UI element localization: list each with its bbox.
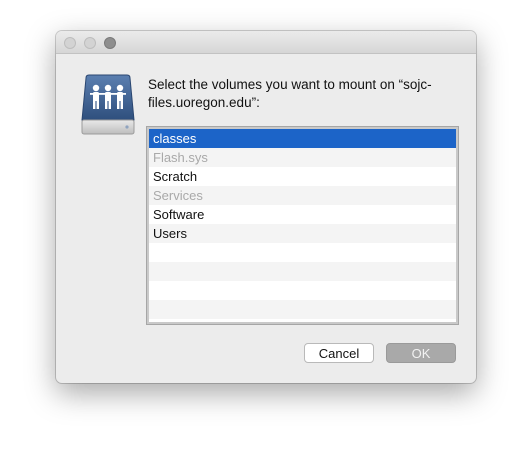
close-window-button[interactable] [64,37,76,49]
title-bar [56,31,476,54]
volume-row-scratch[interactable]: Scratch [149,167,456,186]
mount-prompt-text: Select the volumes you want to mount on … [148,77,432,110]
mount-volumes-dialog: Select the volumes you want to mount on … [56,31,476,383]
empty-row [149,281,456,300]
empty-row [149,262,456,281]
volume-list-content[interactable]: classes Flash.sys Scratch Services Softw… [149,129,456,322]
network-server-drive-icon [81,74,135,135]
empty-row [149,300,456,319]
empty-row [149,243,456,262]
volume-list[interactable]: classes Flash.sys Scratch Services Softw… [146,126,459,325]
volume-row-users[interactable]: Users [149,224,456,243]
minimize-window-button[interactable] [84,37,96,49]
volume-row-software[interactable]: Software [149,205,456,224]
volume-row-services: Services [149,186,456,205]
cancel-button[interactable]: Cancel [304,343,374,363]
ok-button[interactable]: OK [386,343,456,363]
volume-row-classes[interactable]: classes [149,129,456,148]
zoom-window-button[interactable] [104,37,116,49]
volume-row-flash-sys: Flash.sys [149,148,456,167]
